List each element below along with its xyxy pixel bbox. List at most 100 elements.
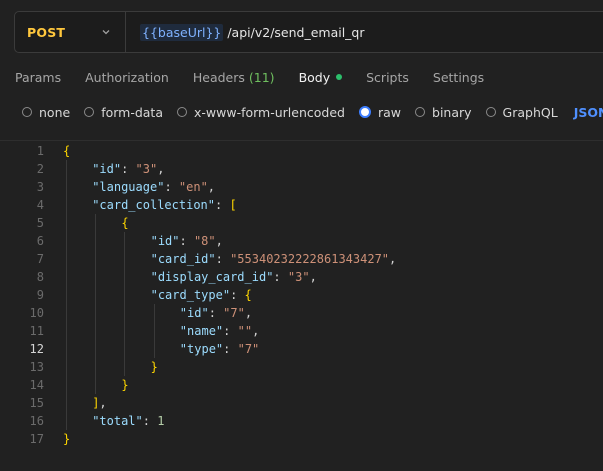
- radio-checked-icon: [358, 106, 371, 118]
- code-text: "id": "3",: [92, 160, 164, 178]
- tab-params[interactable]: Params: [15, 70, 61, 85]
- code-text: "total": 1: [92, 412, 164, 430]
- code-token: "3": [287, 270, 310, 284]
- code-text: "card_id": "55340232222861343427",: [151, 250, 397, 268]
- raw-format-select[interactable]: JSON: [574, 105, 603, 120]
- tab-settings[interactable]: Settings: [433, 70, 484, 85]
- radio-icon: [415, 107, 426, 117]
- code-token: ,: [309, 270, 317, 284]
- tab-scripts[interactable]: Scripts: [366, 70, 409, 85]
- url-input[interactable]: {{baseUrl}} /api/v2/send_email_qr: [126, 23, 365, 41]
- code-token: :: [215, 198, 230, 212]
- code-token: "name": [179, 324, 224, 338]
- code-text: {: [63, 142, 70, 160]
- radio-label: raw: [377, 104, 402, 120]
- code-token: "8": [193, 234, 216, 248]
- code-token: :: [164, 180, 179, 194]
- code-line[interactable]: 5{: [0, 214, 603, 232]
- radio-icon: [485, 107, 496, 117]
- code-token: "card_type": [150, 288, 231, 302]
- code-token: {: [121, 216, 129, 230]
- code-text: ],: [92, 394, 106, 412]
- modified-dot-icon: [336, 74, 343, 80]
- line-number: 13: [29, 360, 44, 374]
- tab-label: Params: [15, 69, 62, 85]
- code-text: "display_card_id": "3",: [151, 268, 317, 286]
- code-text: }: [63, 430, 70, 448]
- method-label: POST: [27, 24, 66, 40]
- code-text: "type": "7": [180, 340, 260, 358]
- code-line[interactable]: 14}: [0, 376, 603, 394]
- url-path: /api/v2/send_email_qr: [223, 24, 365, 40]
- body-type-graphql[interactable]: GraphQL: [485, 104, 558, 120]
- code-line[interactable]: 17}: [0, 430, 603, 448]
- code-token: }: [63, 432, 71, 446]
- radio-label: GraphQL: [502, 104, 558, 120]
- code-line[interactable]: 4 "card_collection": [: [0, 196, 603, 214]
- code-token: "55340232222861343427": [230, 252, 390, 266]
- method-select[interactable]: POST: [15, 12, 126, 52]
- code-token: }: [150, 360, 158, 374]
- code-editor[interactable]: 1{ 2 "id": "3", 3 "language": "en", 4 "card_co…: [0, 142, 603, 471]
- line-number: 8: [36, 270, 44, 284]
- code-line[interactable]: 6 "id": "8",: [0, 232, 603, 250]
- code-token: "card_collection": [92, 198, 216, 212]
- divider: [0, 140, 603, 141]
- code-text: "id": "8",: [151, 232, 223, 250]
- code-line[interactable]: 8 "display_card_id": "3",: [0, 268, 603, 286]
- url-bar: POST {{baseUrl}} /api/v2/send_email_qr: [14, 11, 603, 53]
- body-type-binary[interactable]: binary: [415, 105, 472, 120]
- code-token: :: [223, 342, 238, 356]
- tab-label: Settings: [432, 69, 485, 85]
- code-line[interactable]: 13}: [0, 358, 603, 376]
- code-token: [: [229, 198, 237, 212]
- code-line[interactable]: 15],: [0, 394, 603, 412]
- line-number: 3: [36, 180, 44, 194]
- code-token: :: [208, 306, 224, 320]
- code-token: :: [142, 414, 158, 428]
- code-line[interactable]: 7 "card_id": "55340232222861343427",: [0, 250, 603, 268]
- code-token: :: [273, 270, 288, 284]
- code-line[interactable]: 1{: [0, 142, 603, 160]
- tab-body[interactable]: Body: [299, 70, 343, 85]
- code-text: "card_type": {: [151, 286, 252, 304]
- code-line[interactable]: 12 "type": "7": [0, 340, 603, 358]
- body-type-urlencoded[interactable]: x-www-form-urlencoded: [177, 105, 345, 120]
- code-line[interactable]: 16 "total": 1: [0, 412, 603, 430]
- url-variable: {{baseUrl}}: [140, 23, 224, 41]
- code-text: "language": "en",: [92, 178, 215, 196]
- tab-headers[interactable]: Headers (11): [193, 70, 275, 85]
- code-token: :: [230, 288, 245, 302]
- radio-icon: [177, 107, 187, 117]
- line-number: 10: [29, 306, 44, 320]
- radio-icon: [84, 107, 95, 117]
- code-token: "language": [92, 180, 165, 194]
- code-line[interactable]: 9 "card_type": {: [0, 286, 603, 304]
- body-type-raw[interactable]: raw: [358, 104, 402, 120]
- tab-label: Body: [298, 69, 331, 85]
- radio-label: x-www-form-urlencoded: [194, 104, 345, 120]
- line-number: 5: [36, 216, 44, 230]
- line-number: 9: [36, 288, 44, 302]
- line-number: 7: [36, 252, 44, 266]
- body-type-options: none form-data x-www-form-urlencoded raw…: [22, 102, 603, 122]
- code-line[interactable]: 11 "name": "",: [0, 322, 603, 340]
- line-number: 2: [36, 162, 44, 176]
- tab-label: Scripts: [366, 69, 409, 85]
- request-tabs: Params Authorization Headers (11) Body S…: [15, 66, 508, 88]
- indent-guide: [124, 232, 126, 376]
- radio-label: binary: [432, 104, 472, 120]
- code-token: :: [215, 252, 231, 266]
- code-token: ,: [244, 306, 253, 320]
- body-type-none[interactable]: none: [22, 105, 70, 120]
- code-token: "7": [237, 342, 260, 356]
- indent-guide: [95, 214, 97, 394]
- code-token: ,: [215, 234, 223, 248]
- body-type-form-data[interactable]: form-data: [84, 105, 163, 120]
- code-line[interactable]: 3 "language": "en",: [0, 178, 603, 196]
- code-line[interactable]: 10 "id": "7",: [0, 304, 603, 322]
- code-line[interactable]: 2 "id": "3",: [0, 160, 603, 178]
- code-text: "id": "7",: [180, 304, 252, 322]
- tab-authorization[interactable]: Authorization: [85, 70, 169, 85]
- radio-label: none: [39, 104, 71, 120]
